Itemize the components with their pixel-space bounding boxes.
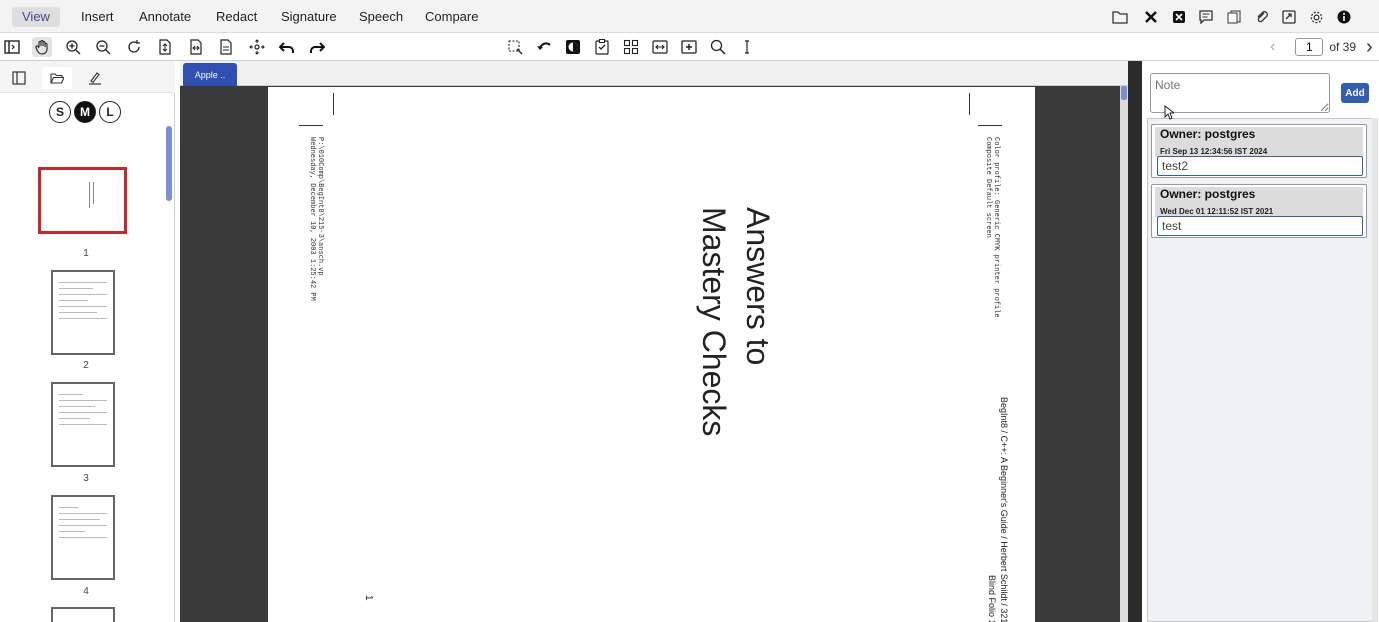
size-medium-button[interactable]: M (74, 101, 96, 123)
search-icon[interactable] (708, 37, 728, 57)
thumbnail-page-2[interactable] (51, 270, 115, 355)
select-area-icon[interactable] (505, 37, 525, 57)
panel-tabs (0, 61, 175, 93)
gear-icon[interactable] (1307, 8, 1325, 26)
hand-icon[interactable] (32, 37, 52, 57)
page-number-input[interactable] (1295, 38, 1324, 56)
menu-redact[interactable]: Redact (206, 7, 267, 27)
thumbnail-page-5[interactable] (51, 607, 115, 622)
panel-toggle-icon[interactable] (2, 37, 22, 57)
text-cursor-icon[interactable] (737, 37, 757, 57)
grid-icon[interactable] (621, 37, 641, 57)
prev-page-icon[interactable]: ‹ (1270, 39, 1275, 55)
page-header-color-profile: Color profile: Generic CMYK printer prof… (992, 137, 1000, 318)
sidebar-icon (12, 71, 26, 85)
page-nav-icon[interactable] (650, 37, 670, 57)
add-page-icon[interactable] (679, 37, 699, 57)
rotate-left-icon[interactable] (534, 37, 554, 57)
notes-panel: Add Owner: postgres Fri Sep 13 12:34:56 … (1142, 61, 1379, 622)
menu-bar: View Insert Annotate Redact Signature Sp… (0, 0, 1379, 33)
document-tab-bar: Apple .. (180, 61, 1128, 86)
thumbnail-label: 2 (83, 360, 89, 371)
crop-mark (299, 125, 323, 126)
note-text[interactable]: test2 (1157, 156, 1363, 176)
note-text[interactable]: test (1157, 216, 1363, 236)
size-large-button[interactable]: L (99, 101, 121, 123)
signature-icon (89, 72, 101, 85)
note-date: Wed Dec 01 12:11:52 IST 2021 (1160, 207, 1274, 216)
thumbnail-panel: S M L 1 2 3 4 (0, 61, 175, 622)
contrast-icon[interactable] (563, 37, 583, 57)
page-icon[interactable] (216, 37, 236, 57)
note-owner: Owner: postgres (1160, 187, 1256, 201)
thumbnail-label: 1 (83, 248, 89, 259)
paperclip-icon[interactable] (1253, 8, 1271, 26)
menu-signature[interactable]: Signature (271, 7, 347, 27)
redo-icon[interactable] (307, 37, 327, 57)
rotate-icon[interactable] (124, 37, 144, 57)
pdf-page[interactable]: P:\010Comp\BegInt8\215-3\ansch.vp Wednes… (268, 87, 1035, 622)
tab-signatures[interactable] (80, 67, 110, 89)
notes-scrollbar[interactable] (1372, 118, 1378, 622)
document-viewer: Apple .. P:\010Comp\BegInt8\215-3\ansch.… (180, 61, 1128, 622)
thumbnail-page-4[interactable] (51, 495, 115, 580)
crop-mark (333, 93, 334, 115)
checklist-icon[interactable] (592, 37, 612, 57)
document-scrollbar-thumb[interactable] (1121, 86, 1127, 100)
panel-divider[interactable] (1128, 61, 1142, 622)
zoom-out-icon[interactable] (93, 37, 113, 57)
menu-annotate[interactable]: Annotate (129, 7, 201, 27)
next-page-icon[interactable]: › (1366, 37, 1373, 57)
folder-icon[interactable] (1111, 8, 1129, 26)
export-icon[interactable] (1280, 8, 1298, 26)
pan-icon[interactable] (247, 37, 267, 57)
file-stack-icon[interactable] (1225, 8, 1243, 26)
thumbnail-label: 3 (83, 473, 89, 484)
page-credit-line2: Blind Folio 1 (987, 575, 997, 622)
page-number: 1 (363, 595, 374, 601)
close-box-icon[interactable] (1170, 8, 1188, 26)
add-note-button[interactable]: Add (1341, 83, 1369, 103)
info-icon[interactable] (1335, 8, 1353, 26)
page-title-line2: Mastery Checks (696, 207, 732, 437)
menu-insert[interactable]: Insert (71, 7, 124, 27)
notes-list: Owner: postgres Fri Sep 13 12:34:56 IST … (1147, 118, 1373, 622)
document-scrollbar[interactable] (1120, 86, 1128, 622)
note-date: Fri Sep 13 12:34:56 IST 2024 (1160, 147, 1268, 156)
size-small-button[interactable]: S (49, 101, 71, 123)
page-credit-line: BegInt8 / C++: A Beginner's Guide / Herb… (999, 397, 1009, 622)
page-title-line1: Answers to (740, 207, 776, 366)
comment-icon[interactable] (1197, 8, 1215, 26)
thumbnail-size-selector: S M L (49, 101, 121, 123)
thumbnail-label: 4 (83, 586, 89, 597)
toolbar: ‹ of 39 › (0, 33, 1379, 61)
menu-speech[interactable]: Speech (349, 7, 413, 27)
fit-width-icon[interactable] (186, 37, 206, 57)
page-count: of 39 (1329, 40, 1357, 54)
tab-thumbnails[interactable] (4, 67, 34, 89)
open-folder-icon (50, 73, 64, 84)
note-owner: Owner: postgres (1160, 127, 1256, 141)
thumbnail-scrollbar[interactable] (166, 126, 172, 201)
pager: ‹ of 39 › (1270, 36, 1373, 58)
page-header-file-path: P:\010Comp\BegInt8\215-3\ansch.vp (316, 137, 324, 276)
close-x-icon[interactable] (1142, 8, 1160, 26)
page-header-timestamp: Wednesday, December 10, 2003 1:25:42 PM (308, 137, 316, 301)
mouse-cursor-icon (1164, 104, 1176, 125)
document-tab[interactable]: Apple .. (183, 63, 237, 86)
page-header-composite: Composite Default screen (984, 137, 992, 238)
crop-mark (969, 93, 970, 115)
note-card: Owner: postgres Fri Sep 13 12:34:56 IST … (1151, 124, 1367, 178)
menu-compare[interactable]: Compare (415, 7, 488, 27)
menu-view[interactable]: View (12, 7, 60, 27)
zoom-in-icon[interactable] (63, 37, 83, 57)
thumbnail-page-3[interactable] (51, 382, 115, 467)
note-card: Owner: postgres Wed Dec 01 12:11:52 IST … (1151, 184, 1367, 238)
undo-icon[interactable] (277, 37, 297, 57)
thumbnail-page-1[interactable] (38, 167, 127, 234)
crop-mark (978, 125, 1002, 126)
note-input[interactable] (1150, 73, 1330, 113)
fit-page-icon[interactable] (155, 37, 175, 57)
tab-outline[interactable] (42, 67, 72, 89)
